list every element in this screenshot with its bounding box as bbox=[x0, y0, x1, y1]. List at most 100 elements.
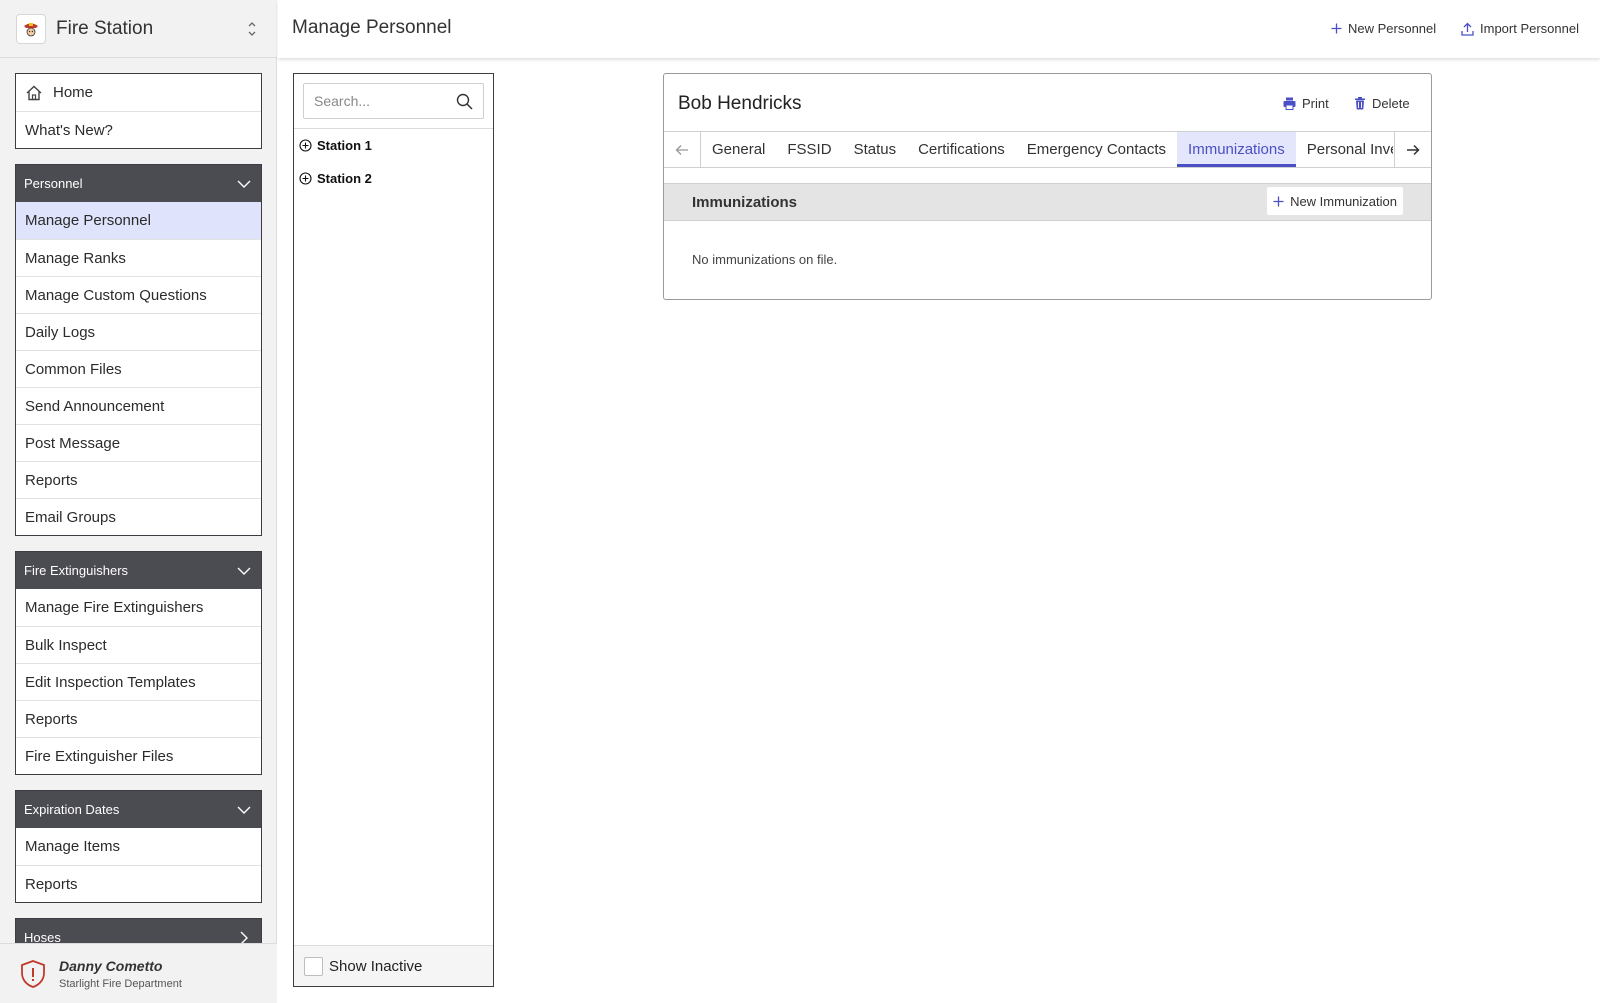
search-icon[interactable] bbox=[456, 93, 473, 110]
shield-alert-icon bbox=[21, 959, 45, 988]
sidebar-item-manage-fire-extinguishers[interactable]: Manage Fire Extinguishers bbox=[16, 589, 261, 626]
sidebar-top-menu: Home What's New? bbox=[15, 73, 262, 149]
user-profile[interactable]: Danny Cometto Starlight Fire Department bbox=[0, 943, 277, 1003]
sidebar-item-common-files[interactable]: Common Files bbox=[16, 350, 261, 387]
tab-status[interactable]: Status bbox=[843, 132, 908, 167]
search-input[interactable] bbox=[304, 84, 454, 118]
app-switcher[interactable]: Fire Station bbox=[0, 0, 277, 58]
expand-circle-icon[interactable] bbox=[299, 139, 312, 152]
sidebar-item-label: Manage Personnel bbox=[25, 212, 151, 229]
print-button[interactable]: Print bbox=[1283, 96, 1329, 111]
sidebar-item-daily-logs[interactable]: Daily Logs bbox=[16, 313, 261, 350]
tab-scroll-right-button[interactable] bbox=[1394, 132, 1431, 167]
sidebar-section-hoses: Hoses bbox=[15, 918, 262, 943]
sidebar-item-label: Reports bbox=[25, 875, 78, 893]
sidebar-item-whats-new[interactable]: What's New? bbox=[16, 111, 261, 148]
sidebar-item-label: Manage Ranks bbox=[25, 249, 126, 267]
sidebar-section-header-hoses[interactable]: Hoses bbox=[16, 919, 261, 943]
sidebar: Fire Station Home What's New? Personnel bbox=[0, 0, 277, 1003]
sidebar-item-label: Fire Extinguisher Files bbox=[25, 747, 174, 765]
new-personnel-button[interactable]: New Personnel bbox=[1331, 21, 1436, 36]
sidebar-item-label: Manage Items bbox=[25, 838, 121, 855]
sidebar-item-label: Reports bbox=[25, 471, 78, 489]
sidebar-item-send-announcement[interactable]: Send Announcement bbox=[16, 387, 261, 424]
sidebar-item-post-message[interactable]: Post Message bbox=[16, 424, 261, 461]
sidebar-item-label: Manage Custom Questions bbox=[25, 286, 207, 304]
user-organization: Starlight Fire Department bbox=[59, 977, 182, 990]
tree-node-label: Station 1 bbox=[317, 138, 372, 153]
sidebar-item-manage-personnel[interactable]: Manage Personnel bbox=[16, 202, 261, 239]
tab-immunizations[interactable]: Immunizations bbox=[1177, 132, 1296, 167]
tab-certifications[interactable]: Certifications bbox=[907, 132, 1016, 167]
empty-state-message: No immunizations on file. bbox=[692, 252, 838, 267]
sidebar-section-expiration-dates: Expiration Dates Manage Items Reports bbox=[15, 790, 262, 903]
show-inactive-toggle[interactable]: Show Inactive bbox=[294, 945, 493, 986]
immunizations-section-header: Immunizations New Immunization bbox=[664, 183, 1431, 221]
delete-button[interactable]: Delete bbox=[1354, 96, 1410, 111]
page-title: Manage Personnel bbox=[292, 17, 452, 38]
sidebar-nav[interactable]: Home What's New? Personnel Manage Person… bbox=[15, 73, 262, 943]
sidebar-item-home[interactable]: Home bbox=[16, 74, 261, 111]
sidebar-item-email-groups[interactable]: Email Groups bbox=[16, 498, 261, 535]
sidebar-item-bulk-inspect[interactable]: Bulk Inspect bbox=[16, 626, 261, 663]
home-icon bbox=[26, 85, 42, 100]
arrow-right-icon bbox=[1407, 144, 1420, 155]
tab-emergency-contacts[interactable]: Emergency Contacts bbox=[1016, 132, 1177, 167]
new-personnel-label: New Personnel bbox=[1348, 21, 1437, 36]
sidebar-section-header-fire-extinguishers[interactable]: Fire Extinguishers bbox=[16, 552, 261, 589]
sidebar-section-fire-extinguishers: Fire Extinguishers Manage Fire Extinguis… bbox=[15, 551, 262, 775]
top-bar: Manage Personnel New Personnel Import Pe… bbox=[278, 0, 1600, 58]
sidebar-section-personnel: Personnel Manage Personnel Manage Ranks … bbox=[15, 164, 262, 536]
new-immunization-button[interactable]: New Immunization bbox=[1267, 187, 1403, 215]
app-title: Fire Station bbox=[56, 17, 154, 39]
sidebar-item-fire-extinguisher-files[interactable]: Fire Extinguisher Files bbox=[16, 737, 261, 774]
tab-strip: General FSSID Status Certifications Emer… bbox=[701, 132, 1393, 167]
sidebar-item-label: Edit Inspection Templates bbox=[25, 673, 196, 691]
printer-icon bbox=[1283, 97, 1296, 110]
sidebar-item-label: Bulk Inspect bbox=[25, 636, 107, 654]
show-inactive-checkbox[interactable] bbox=[304, 956, 323, 976]
sidebar-item-label: Daily Logs bbox=[25, 323, 96, 341]
sidebar-item-label: Post Message bbox=[25, 434, 121, 452]
tree-node-station-1[interactable]: Station 1 bbox=[294, 129, 493, 162]
sidebar-item-reports[interactable]: Reports bbox=[16, 461, 261, 498]
sidebar-item-manage-ranks[interactable]: Manage Ranks bbox=[16, 239, 261, 276]
sidebar-item-edit-inspection-templates[interactable]: Edit Inspection Templates bbox=[16, 663, 261, 700]
chevron-down-icon bbox=[237, 567, 251, 575]
expand-circle-icon[interactable] bbox=[299, 172, 312, 185]
import-personnel-label: Import Personnel bbox=[1480, 21, 1579, 36]
tab-general[interactable]: General bbox=[701, 132, 776, 167]
sidebar-item-manage-custom-questions[interactable]: Manage Custom Questions bbox=[16, 276, 261, 313]
new-immunization-label: New Immunization bbox=[1290, 193, 1397, 209]
sidebar-section-title: Expiration Dates bbox=[24, 802, 120, 817]
sidebar-section-header-personnel[interactable]: Personnel bbox=[16, 165, 261, 202]
detail-tabs: General FSSID Status Certifications Emer… bbox=[664, 131, 1431, 168]
upload-icon bbox=[1461, 22, 1474, 36]
sidebar-item-manage-items[interactable]: Manage Items bbox=[16, 828, 261, 865]
trash-icon bbox=[1355, 97, 1365, 110]
sidebar-item-label: Manage Fire Extinguishers bbox=[25, 599, 204, 616]
sidebar-item-label: What's New? bbox=[25, 121, 113, 139]
delete-label: Delete bbox=[1372, 96, 1410, 111]
chevron-up-down-icon bbox=[248, 22, 256, 36]
sidebar-item-label: Home bbox=[53, 84, 94, 101]
sidebar-item-label: Common Files bbox=[25, 360, 122, 378]
show-inactive-label: Show Inactive bbox=[329, 957, 423, 975]
import-personnel-button[interactable]: Import Personnel bbox=[1461, 21, 1579, 36]
tab-scroll-left-button[interactable] bbox=[664, 132, 701, 167]
sidebar-item-reports[interactable]: Reports bbox=[16, 865, 261, 902]
print-label: Print bbox=[1302, 96, 1329, 111]
fire-station-logo-icon bbox=[16, 13, 46, 44]
arrow-left-icon bbox=[675, 144, 688, 155]
tree-node-station-2[interactable]: Station 2 bbox=[294, 162, 493, 195]
sidebar-item-label: Email Groups bbox=[25, 508, 116, 526]
sidebar-item-label: Reports bbox=[25, 710, 78, 728]
personnel-tree-panel: Station 1 Station 2 Show Inactive bbox=[293, 73, 494, 987]
sidebar-section-title: Hoses bbox=[24, 930, 61, 943]
sidebar-item-reports[interactable]: Reports bbox=[16, 700, 261, 737]
tab-fssid[interactable]: FSSID bbox=[776, 132, 842, 167]
sidebar-section-header-expiration-dates[interactable]: Expiration Dates bbox=[16, 791, 261, 828]
chevron-down-icon bbox=[237, 180, 251, 188]
tab-personal-inventory[interactable]: Personal Inventory bbox=[1296, 132, 1393, 167]
personnel-detail-card: Bob Hendricks Print Delete General FSSID… bbox=[663, 73, 1432, 300]
